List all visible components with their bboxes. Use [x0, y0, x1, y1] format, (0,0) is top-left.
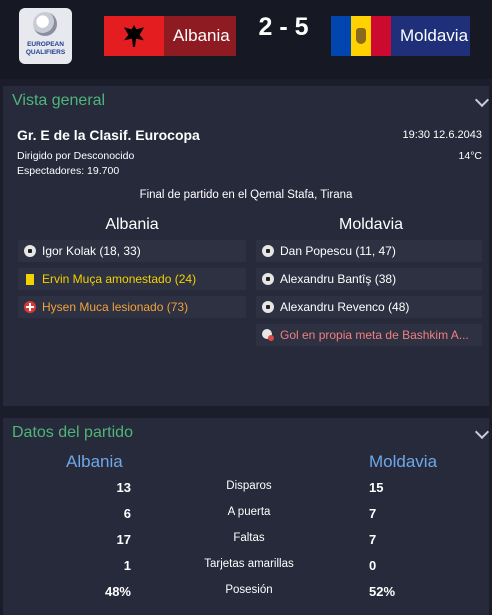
own-goal-icon [262, 329, 274, 341]
stats-away-team: Moldavia [369, 452, 438, 471]
match-score: 2 - 5 [258, 13, 309, 41]
collapse-chevron-icon[interactable] [474, 424, 490, 440]
logo-text: EUROPEAN QUALIFIERS [25, 41, 66, 56]
away-event-goal[interactable]: Dan Popescu (11, 47) [256, 240, 482, 262]
match-datetime: 19:30 12.6.2043 [402, 129, 482, 141]
home-event-goal[interactable]: Igor Kolak (18, 33) [18, 240, 246, 262]
trophy-ball-icon [33, 12, 57, 36]
goal-ball-icon [262, 301, 274, 313]
stat-away-value: 7 [369, 532, 377, 547]
away-event-text: Alexandru Revenco (48) [280, 300, 410, 314]
collapse-chevron-icon[interactable] [474, 92, 490, 108]
stat-label: Tarjetas amarillas [204, 558, 294, 570]
away-event-text: Dan Popescu (11, 47) [280, 244, 396, 258]
home-event-text: Igor Kolak (18, 33) [42, 244, 141, 258]
stat-away-value: 15 [369, 480, 384, 495]
stat-away-value: 0 [369, 558, 377, 573]
referee-info: Dirigido por Desconocido [17, 150, 135, 162]
away-team-button[interactable]: Moldavia [331, 16, 470, 56]
stat-label: Posesión [225, 584, 273, 596]
stat-label: Disparos [226, 480, 272, 492]
stat-away-value: 52% [369, 584, 396, 599]
home-event-injury[interactable]: Hysen Muca lesionado (73) [18, 296, 246, 318]
goal-ball-icon [262, 273, 274, 285]
injury-icon [24, 301, 36, 313]
temperature: 14°C [458, 150, 482, 162]
away-events-title: Moldavia [338, 216, 404, 233]
stat-row-on-target: 6 A puerta 7 [3, 506, 489, 526]
overview-panel: Vista general Gr. E de la Clasif. Euroco… [3, 86, 490, 406]
home-team-name: Albania [173, 26, 230, 45]
away-event-goal[interactable]: Alexandru Revenco (48) [256, 296, 482, 318]
yellow-card-icon [26, 273, 34, 285]
stat-row-possession: 48% Posesión 52% [3, 584, 489, 604]
stats-title: Datos del partido [12, 424, 133, 441]
away-event-own-goal[interactable]: Gol en propia meta de Bashkim A... [256, 324, 482, 346]
match-header: EUROPEAN QUALIFIERS Albania 2 - 5 Moldav… [0, 0, 492, 79]
home-events-title: Albania [105, 216, 159, 233]
stat-label: Faltas [233, 532, 265, 544]
attendance: Espectadores: 19.700 [17, 165, 120, 177]
home-team-button[interactable]: Albania [104, 16, 236, 56]
away-team-name: Moldavia [400, 26, 469, 45]
venue-status: Final de partido en el Qemal Stafa, Tira… [139, 189, 353, 201]
moldova-flag-icon [331, 16, 391, 56]
match-stats-panel: Datos del partido Albania Moldavia 13 Di… [3, 418, 490, 615]
stats-home-team: Albania [66, 452, 123, 471]
home-event-yellow-card[interactable]: Ervin Muça amonestado (24) [18, 268, 246, 290]
home-event-text: Ervin Muça amonestado (24) [42, 272, 197, 286]
stat-row-fouls: 17 Faltas 7 [3, 532, 489, 552]
away-event-text: Alexandru Bantîş (38) [280, 272, 397, 286]
competition-logo: EUROPEAN QUALIFIERS [19, 8, 72, 64]
stat-row-yellow-cards: 1 Tarjetas amarillas 0 [3, 558, 489, 578]
stat-label: A puerta [227, 506, 271, 518]
away-event-goal[interactable]: Alexandru Bantîş (38) [256, 268, 482, 290]
stat-away-value: 7 [369, 506, 377, 521]
competition-name: Gr. E de la Clasif. Eurocopa [17, 127, 200, 143]
stat-row-shots: 13 Disparos 15 [3, 480, 489, 500]
goal-ball-icon [262, 245, 274, 257]
away-event-text: Gol en propia meta de Bashkim A... [280, 328, 469, 342]
goal-ball-icon [24, 245, 36, 257]
home-event-text: Hysen Muca lesionado (73) [42, 300, 189, 314]
overview-title: Vista general [12, 92, 106, 109]
albania-flag-icon [104, 16, 164, 56]
